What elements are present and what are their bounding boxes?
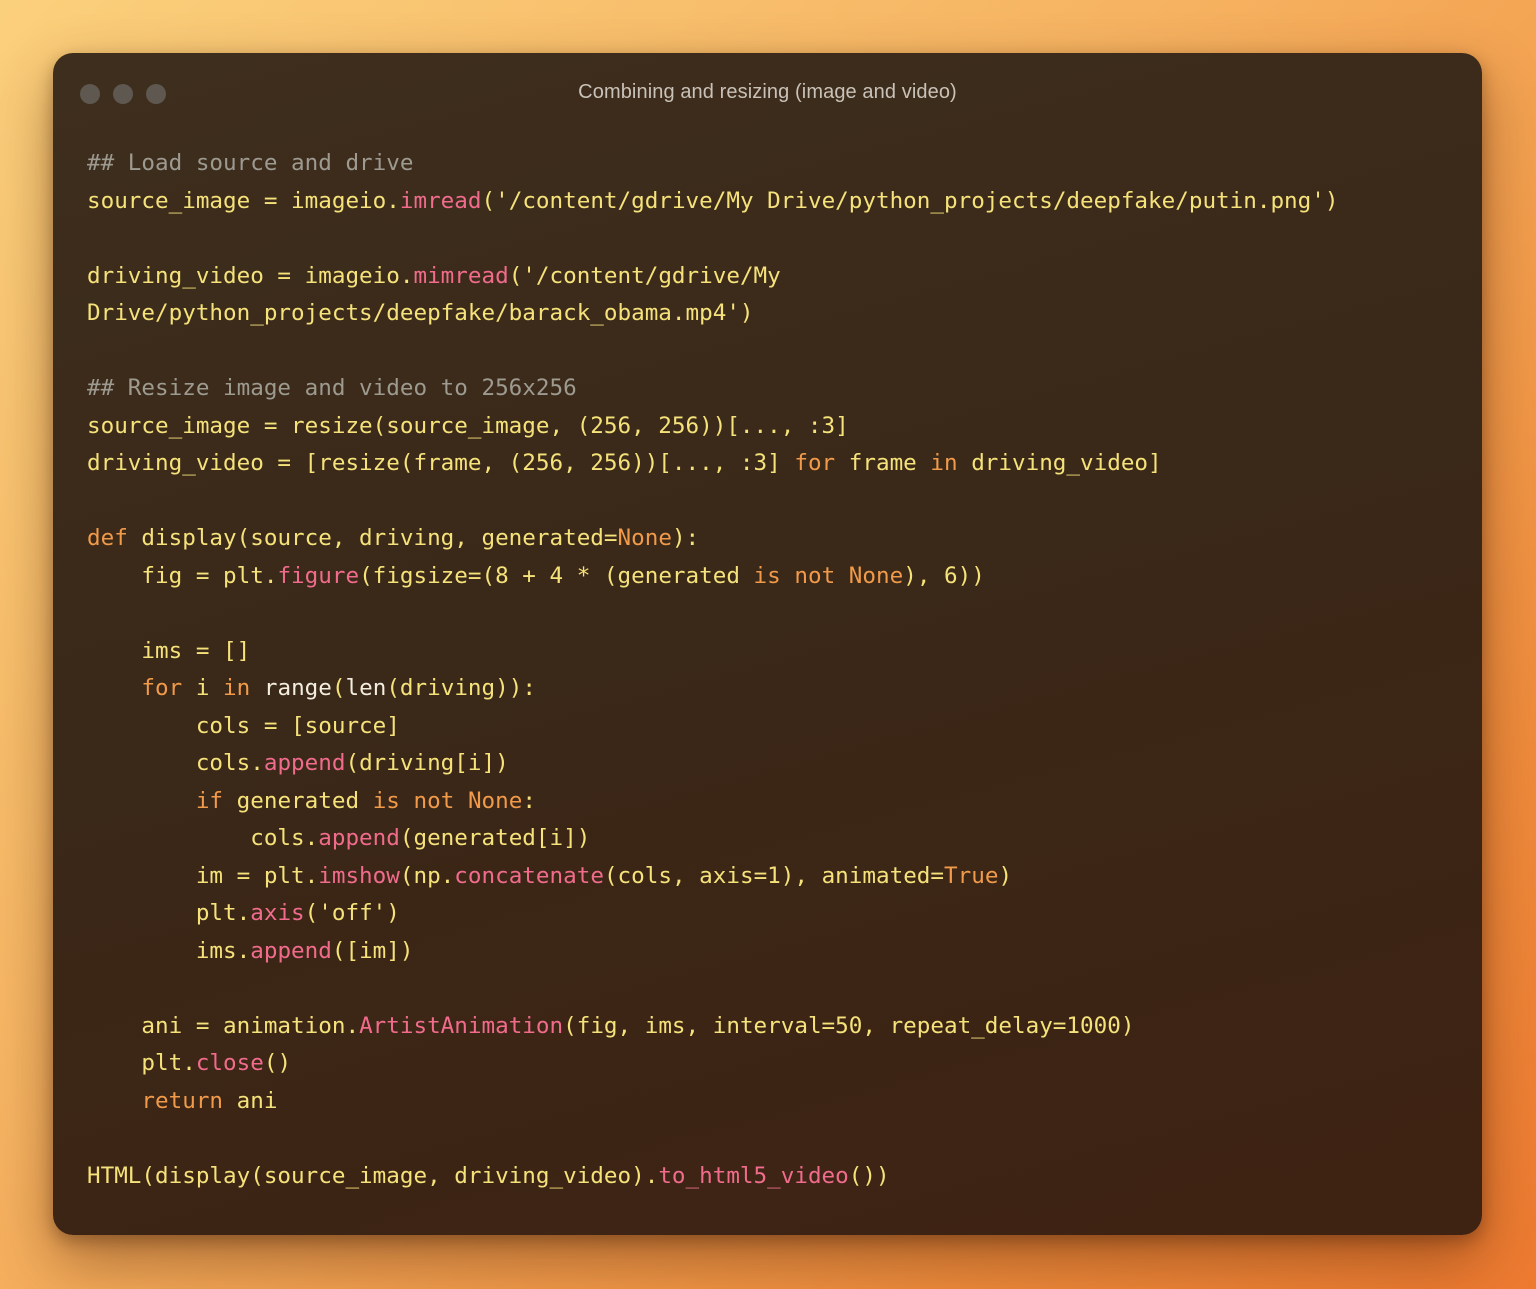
code-line: fig = plt.figure(figsize=(8 + 4 * (gener… [87, 562, 985, 589]
code-line: cols = [source] [87, 712, 400, 739]
code-line: cols.append(driving[i]) [87, 750, 509, 776]
code-line: return ani [141, 1087, 278, 1114]
code-line: source_image = imageio.imread('/content/… [87, 187, 1339, 214]
code-line: driving_video = [resize(frame, (256, 256… [87, 450, 1162, 476]
code-line: ims.append([im]) [87, 937, 414, 964]
code-line: source_image = resize(source_image, (256… [87, 412, 849, 439]
window-title: Combining and resizing (image and video) [578, 81, 957, 103]
code-line: ani = animation.ArtistAnimation(fig, ims… [87, 1012, 1135, 1039]
code-line: Drive/python_projects/deepfake/barack_ob… [87, 300, 754, 326]
code-line: HTML(display(source_image, driving_video… [87, 1162, 890, 1189]
code-line: ims = [] [87, 637, 251, 664]
code-line: driving_video = imageio.mimread('/conten… [87, 262, 781, 289]
code-line: plt.axis('off') [87, 900, 400, 926]
code-line: for i in range(len(driving)): [141, 675, 536, 701]
code-line: cols.append(generated[i]) [87, 825, 591, 851]
code-line: ## Load source and drive [87, 150, 414, 176]
code-line: def display(source, driving, generated=N… [87, 525, 700, 551]
code-window: Combining and resizing (image and video)… [53, 53, 1482, 1235]
code-block: ## Load source and drive source_image = i… [87, 145, 1338, 1195]
title-bar: Combining and resizing (image and video) [53, 53, 1482, 133]
code-line: ## Resize image and video to 256x256 [87, 375, 577, 401]
code-line: im = plt.imshow(np.concatenate(cols, axi… [87, 862, 1013, 889]
code-line: if generated is not None: [195, 787, 536, 814]
code-line: plt.close() [87, 1050, 292, 1076]
